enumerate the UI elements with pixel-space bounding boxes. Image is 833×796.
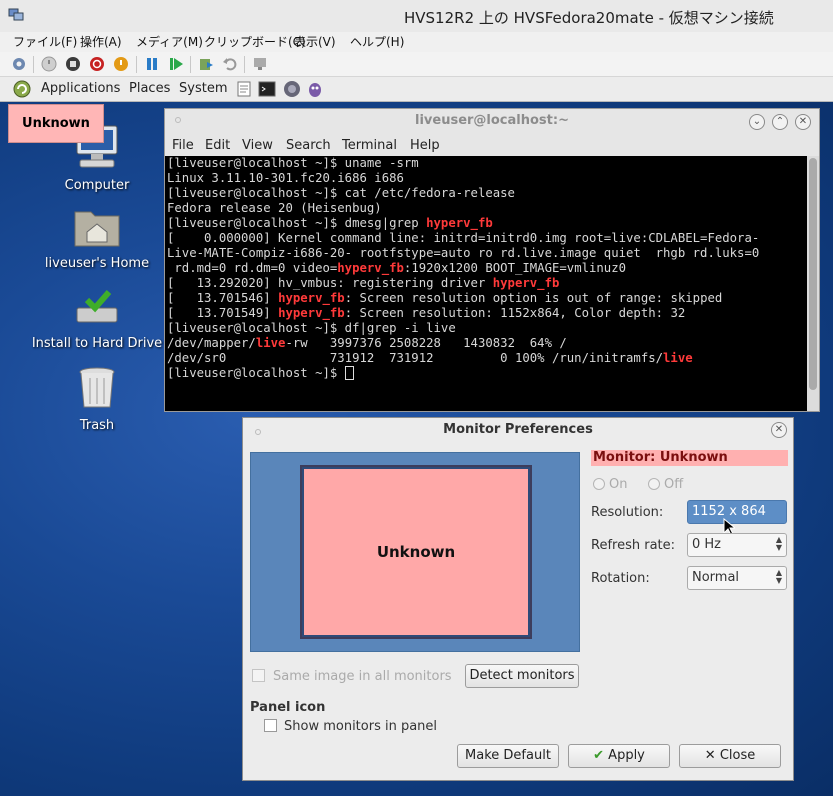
- vm-connection-icon: [8, 8, 24, 22]
- menu-view[interactable]: 表示(V): [294, 33, 336, 50]
- terminal-menu-help[interactable]: Help: [410, 138, 440, 153]
- install-drive-icon: [17, 286, 177, 332]
- menu-help[interactable]: ヘルプ(H): [350, 33, 404, 50]
- enhanced-session-icon[interactable]: [252, 56, 268, 72]
- panel-icon-heading: Panel icon: [250, 700, 326, 715]
- same-image-label: Same image in all monitors: [273, 669, 452, 684]
- file-manager-launcher-icon[interactable]: [283, 80, 301, 98]
- close-icon[interactable]: ✕: [795, 114, 811, 130]
- monitor-arrangement-area[interactable]: Unknown: [250, 452, 580, 652]
- radio-off-label: Off: [664, 477, 684, 492]
- dialog-close-icon[interactable]: ✕: [771, 422, 787, 438]
- shut-down-icon[interactable]: [89, 56, 105, 72]
- close-x-icon: ✕: [704, 748, 716, 763]
- rotation-label: Rotation:: [591, 571, 650, 586]
- window-title: HVS12R2 上の HVSFedora20mate - 仮想マシン接続: [404, 9, 774, 27]
- refresh-rate-label: Refresh rate:: [591, 538, 676, 553]
- window-menu-icon[interactable]: [255, 429, 261, 435]
- apply-button[interactable]: ✔ Apply: [568, 744, 670, 768]
- mate-logo-icon: [13, 80, 31, 98]
- monitor-heading: Monitor: Unknown: [591, 450, 788, 466]
- home-folder-icon: [17, 206, 177, 252]
- terminal-menu-search[interactable]: Search: [286, 138, 331, 153]
- menu-clipboard[interactable]: クリップボード(C): [204, 33, 306, 50]
- ctrl-alt-del-icon[interactable]: [11, 56, 27, 72]
- terminal-menubar: File Edit View Search Terminal Help: [165, 135, 819, 156]
- minimize-icon[interactable]: ⌄: [749, 114, 765, 130]
- terminal-menu-edit[interactable]: Edit: [205, 138, 230, 153]
- pause-icon[interactable]: [144, 56, 160, 72]
- revert-icon[interactable]: [222, 56, 238, 72]
- menu-action[interactable]: 操作(A): [80, 33, 122, 50]
- trash-icon: [17, 366, 177, 414]
- radio-on[interactable]: On: [593, 477, 627, 492]
- dialog-title: Monitor Preferences: [443, 422, 593, 437]
- resume-icon[interactable]: [168, 56, 184, 72]
- host-toolbar: [0, 52, 833, 77]
- window-menu-icon[interactable]: [175, 117, 181, 123]
- refresh-rate-value: 0 Hz: [692, 537, 722, 552]
- monitor-box[interactable]: Unknown: [300, 465, 532, 639]
- menu-media[interactable]: メディア(M): [136, 33, 203, 50]
- checkbox-box: [252, 669, 265, 682]
- pidgin-launcher-icon[interactable]: [306, 80, 324, 98]
- text-editor-launcher-icon[interactable]: [235, 80, 253, 98]
- refresh-rate-combo[interactable]: 0 Hz ▲ ▼: [687, 533, 787, 557]
- detect-monitors-button[interactable]: Detect monitors: [465, 664, 579, 688]
- save-state-icon[interactable]: [113, 56, 129, 72]
- turn-off-icon[interactable]: [65, 56, 81, 72]
- resolution-value: 1152 x 864: [692, 504, 766, 519]
- mate-top-panel: Applications Places System: [0, 77, 833, 102]
- radio-off[interactable]: Off: [648, 477, 683, 492]
- terminal-output[interactable]: [liveuser@localhost ~]$ uname -srm Linux…: [165, 156, 807, 411]
- desktop-icon-trash[interactable]: Trash: [17, 366, 177, 433]
- resolution-label: Resolution:: [591, 505, 664, 520]
- same-image-checkbox[interactable]: Same image in all monitors: [252, 669, 452, 684]
- spin-arrows-icon: ▲ ▼: [775, 568, 782, 585]
- show-monitors-label: Show monitors in panel: [284, 719, 438, 734]
- terminal-cursor: [344, 366, 354, 380]
- terminal-menu-view[interactable]: View: [242, 138, 273, 153]
- desktop-icon-label: Trash: [79, 418, 115, 433]
- radio-on-indicator: [593, 478, 605, 490]
- spin-arrows-icon: ▲ ▼: [775, 535, 782, 552]
- panel-menu-system[interactable]: System: [179, 81, 227, 96]
- checkmark-icon: ✔: [593, 748, 605, 763]
- desktop-icon-install[interactable]: Install to Hard Drive: [17, 286, 177, 351]
- terminal-menu-terminal[interactable]: Terminal: [342, 138, 397, 153]
- host-titlebar: HVS12R2 上の HVSFedora20mate - 仮想マシン接続: [0, 0, 833, 32]
- close-button[interactable]: ✕ Close: [679, 744, 781, 768]
- make-default-button[interactable]: Make Default: [457, 744, 559, 768]
- desktop-icon-home[interactable]: liveuser's Home: [17, 206, 177, 271]
- terminal-title: liveuser@localhost:~: [415, 113, 569, 128]
- panel-menu-places[interactable]: Places: [129, 81, 170, 96]
- checkbox-box: [264, 719, 277, 732]
- menu-file[interactable]: ファイル(F): [13, 33, 77, 50]
- panel-menu-applications[interactable]: Applications: [41, 81, 120, 96]
- desktop-icon-label: Install to Hard Drive: [31, 336, 163, 351]
- desktop-icon-label: Computer: [64, 178, 130, 193]
- resolution-combo[interactable]: 1152 x 864: [687, 500, 787, 524]
- host-menubar: ファイル(F) 操作(A) メディア(M) クリップボード(C) 表示(V) ヘ…: [0, 32, 833, 52]
- scrollbar-thumb[interactable]: [809, 158, 817, 390]
- monitor-identify-label: Unknown: [8, 104, 104, 143]
- terminal-launcher-icon[interactable]: [258, 80, 276, 98]
- terminal-scrollbar[interactable]: [807, 156, 819, 411]
- close-label: Close: [719, 748, 756, 763]
- radio-on-label: On: [609, 477, 628, 492]
- start-icon[interactable]: [41, 56, 57, 72]
- radio-off-indicator: [648, 478, 660, 490]
- apply-label: Apply: [608, 748, 645, 763]
- checkpoint-icon[interactable]: [198, 56, 214, 72]
- rotation-value: Normal: [692, 570, 740, 585]
- monitor-preferences-dialog: Monitor Preferences ✕ Unknown Monitor: U…: [242, 417, 794, 781]
- terminal-menu-file[interactable]: File: [172, 138, 194, 153]
- maximize-icon[interactable]: ⌃: [772, 114, 788, 130]
- terminal-window: liveuser@localhost:~ ⌄ ⌃ ✕ File Edit Vie…: [164, 108, 820, 412]
- terminal-text: [liveuser@localhost ~]$ uname -srm Linux…: [167, 156, 760, 380]
- desktop-icon-label: liveuser's Home: [44, 256, 150, 271]
- rotation-combo[interactable]: Normal ▲ ▼: [687, 566, 787, 590]
- show-monitors-checkbox[interactable]: Show monitors in panel: [264, 719, 437, 734]
